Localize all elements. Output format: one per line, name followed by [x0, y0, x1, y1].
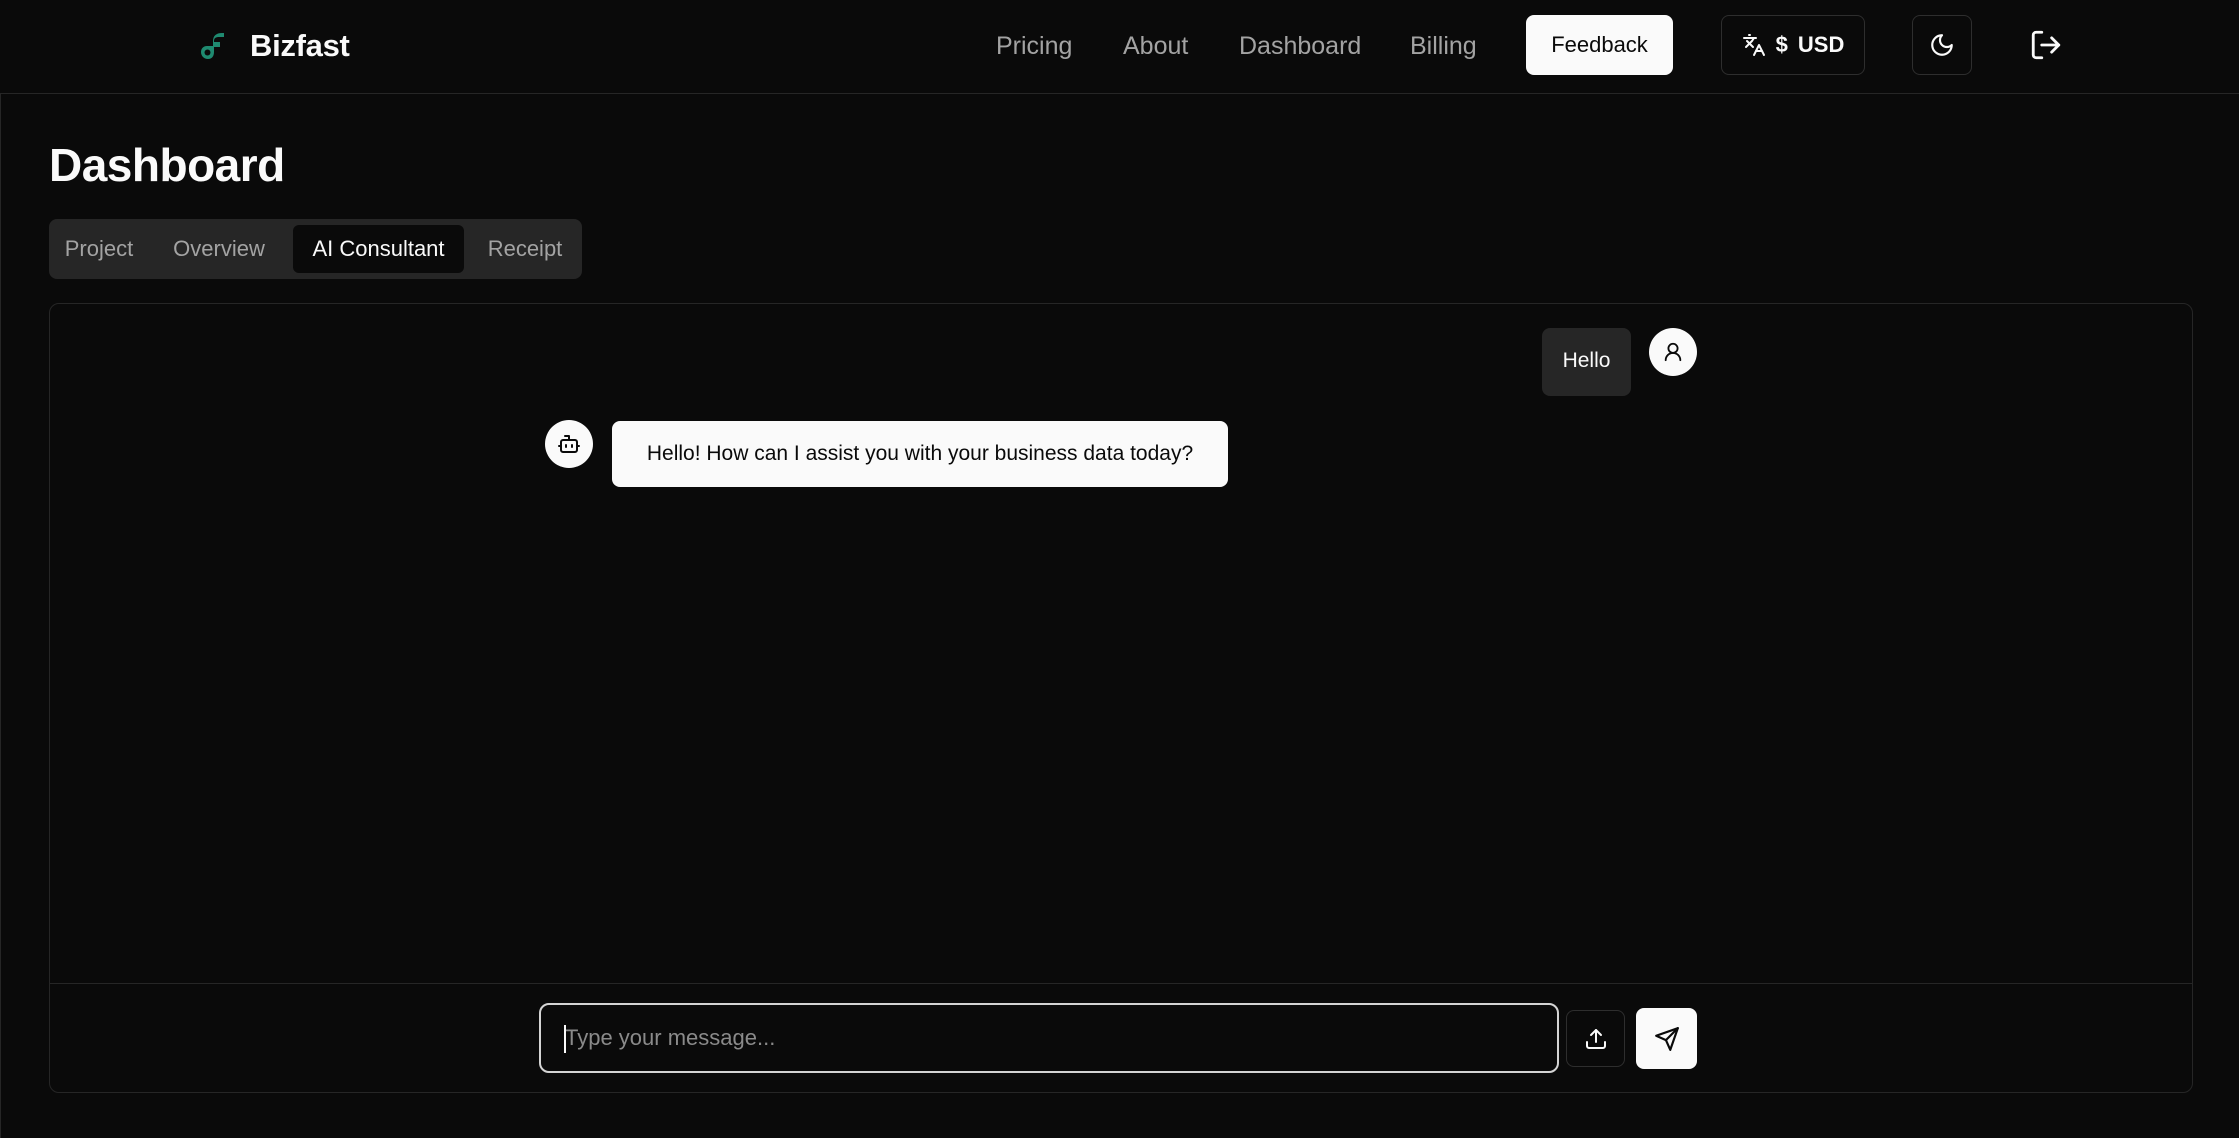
moon-icon	[1931, 34, 1953, 56]
tab-project[interactable]: Project	[57, 225, 141, 273]
send-message-button[interactable]	[1636, 1008, 1697, 1069]
user-message-bubble: Hello	[1542, 328, 1631, 396]
message-composer	[539, 1003, 1559, 1073]
theme-toggle-button[interactable]	[1912, 15, 1972, 75]
logout-icon	[2031, 30, 2061, 60]
currency-symbol: $	[1775, 32, 1788, 57]
tab-overview[interactable]: Overview	[163, 225, 275, 273]
upload-icon	[1585, 1028, 1606, 1049]
currency-language-button[interactable]: $ USD	[1721, 15, 1865, 75]
nav-link-about[interactable]: About	[1123, 22, 1188, 70]
tab-ai-consultant[interactable]: AI Consultant	[293, 225, 464, 273]
assistant-avatar	[545, 420, 593, 468]
top-navigation-bar: Bizfast Pricing About Dashboard Billing …	[0, 0, 2239, 94]
assistant-message-bubble: Hello! How can I assist you with your bu…	[612, 421, 1228, 487]
nav-link-dashboard[interactable]: Dashboard	[1239, 22, 1361, 70]
bot-icon	[558, 435, 580, 453]
feedback-button[interactable]: Feedback	[1526, 15, 1673, 75]
page-title: Dashboard	[49, 139, 285, 191]
tab-receipt[interactable]: Receipt	[477, 225, 573, 273]
dashboard-tabs: Project Overview AI Consultant Receipt	[49, 219, 582, 279]
send-icon	[1654, 1026, 1679, 1051]
translate-icon	[1742, 34, 1765, 56]
bizfast-logo-icon	[201, 33, 224, 59]
user-avatar	[1649, 328, 1697, 376]
brand-name: Bizfast	[250, 28, 350, 63]
nav-link-billing[interactable]: Billing	[1410, 22, 1477, 70]
logout-button[interactable]	[2016, 15, 2076, 75]
message-input[interactable]	[545, 1009, 1553, 1067]
composer-divider	[49, 983, 2193, 984]
brand[interactable]: Bizfast	[196, 22, 350, 70]
upload-file-button[interactable]	[1566, 1010, 1625, 1067]
currency-code: USD	[1797, 32, 1845, 57]
user-icon	[1664, 342, 1682, 362]
nav-link-pricing[interactable]: Pricing	[996, 22, 1072, 70]
text-caret	[564, 1025, 566, 1053]
